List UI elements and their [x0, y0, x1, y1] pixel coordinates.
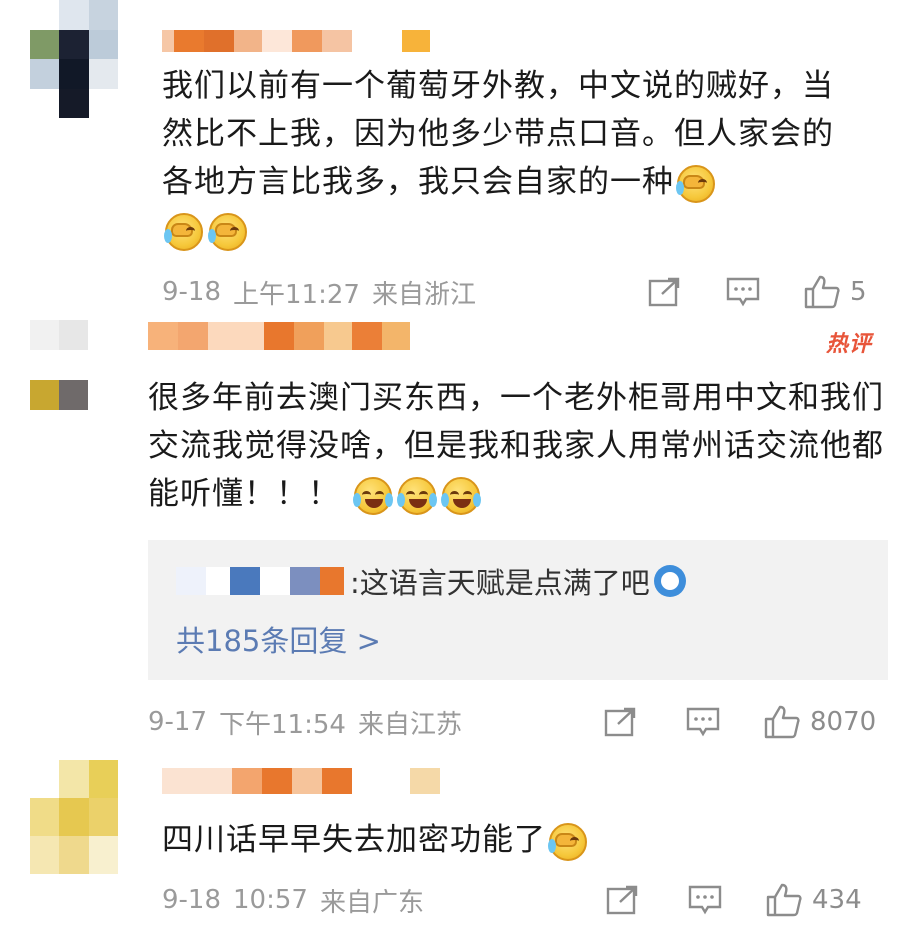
view-replies-link[interactable]: 共185条回复 >: [176, 618, 381, 660]
comment-icon: [686, 707, 720, 737]
doge-emoji-icon: [653, 565, 686, 597]
laugh-cry-emoji-icon: [440, 476, 481, 515]
like-count: 8070: [810, 707, 877, 737]
thumbs-up-icon: [766, 883, 802, 917]
like-button[interactable]: 5: [804, 275, 867, 309]
comment-text: 四川话早早失去加密功能了: [162, 816, 862, 864]
comment-date: 9-17: [148, 707, 208, 737]
comment-actions: 8070: [604, 702, 876, 742]
comment-time: 上午11:27: [233, 279, 360, 310]
reply-text: :这语言天赋是点满了吧: [350, 566, 650, 600]
comment-date: 9-18: [162, 885, 222, 915]
avatar[interactable]: [30, 320, 88, 410]
comment-text: 很多年前去澳门买东西，一个老外柜哥用中文和我们交流我觉得没啥，但是我和我家人用常…: [148, 374, 888, 518]
comment-button[interactable]: [686, 706, 720, 738]
comment-item: 热评 很多年前去澳门买东西，一个老外柜哥用中文和我们交流我觉得没啥，但是我和我家…: [0, 320, 900, 760]
comment-time: 10:57: [233, 885, 308, 915]
username-blurred[interactable]: [162, 768, 440, 794]
share-button[interactable]: [648, 276, 682, 308]
comment-time: 下午11:54: [219, 709, 346, 740]
laugh-cry-emoji-icon: [396, 476, 437, 515]
comment-meta: 9-17 下午11:54 来自江苏: [148, 702, 462, 742]
reply-preview[interactable]: :这语言天赋是点满了吧 共185条回复 >: [148, 540, 888, 680]
comment-location: 来自浙江: [371, 279, 476, 310]
avatar[interactable]: [30, 0, 118, 118]
facepalm-emoji-icon: [676, 164, 715, 203]
comment-location: 来自江苏: [357, 709, 462, 740]
share-icon: [606, 885, 638, 915]
comment-item: 我们以前有一个葡萄牙外教，中文说的贼好，当然比不上我，因为他多少带点口音。但人家…: [0, 0, 900, 320]
comment-text-content: 四川话早早失去加密功能了: [162, 822, 546, 858]
laugh-cry-emoji-icon: [352, 476, 393, 515]
comment-text-content: 很多年前去澳门买东西，一个老外柜哥用中文和我们交流我觉得没啥，但是我和我家人用常…: [148, 380, 884, 512]
comment-icon: [726, 277, 760, 307]
hot-comment-badge: 热评: [826, 332, 873, 357]
share-button[interactable]: [606, 884, 640, 916]
share-button[interactable]: [604, 706, 638, 738]
username-blurred[interactable]: [162, 30, 430, 52]
like-count: 434: [812, 885, 862, 915]
comment-text: 我们以前有一个葡萄牙外教，中文说的贼好，当然比不上我，因为他多少带点口音。但人家…: [162, 62, 862, 254]
reply-item: :这语言天赋是点满了吧: [176, 560, 686, 602]
comment-actions: 5: [648, 272, 867, 312]
avatar[interactable]: [30, 760, 118, 874]
comment-meta: 9-18 上午11:27 来自浙江: [162, 272, 476, 312]
like-button[interactable]: 434: [766, 883, 862, 917]
username-blurred[interactable]: [148, 322, 410, 350]
comment-item: 四川话早早失去加密功能了 9-18 10:57 来自广东 434: [0, 760, 900, 935]
comment-date: 9-18: [162, 277, 222, 307]
like-count: 5: [850, 277, 867, 307]
comment-button[interactable]: [688, 884, 722, 916]
reply-username-blurred[interactable]: [176, 567, 344, 595]
comment-meta: 9-18 10:57 来自广东: [162, 880, 424, 920]
facepalm-emoji-icon: [208, 212, 247, 251]
comment-text-content: 我们以前有一个葡萄牙外教，中文说的贼好，当然比不上我，因为他多少带点口音。但人家…: [162, 68, 834, 200]
facepalm-emoji-icon: [548, 822, 587, 861]
like-button[interactable]: 8070: [764, 705, 876, 739]
share-icon: [604, 707, 636, 737]
share-icon: [648, 277, 680, 307]
thumbs-up-icon: [764, 705, 800, 739]
comment-button[interactable]: [726, 276, 760, 308]
comment-icon: [688, 885, 722, 915]
comment-location: 来自广东: [319, 887, 424, 918]
facepalm-emoji-icon: [164, 212, 203, 251]
thumbs-up-icon: [804, 275, 840, 309]
comment-actions: 434: [606, 880, 862, 920]
